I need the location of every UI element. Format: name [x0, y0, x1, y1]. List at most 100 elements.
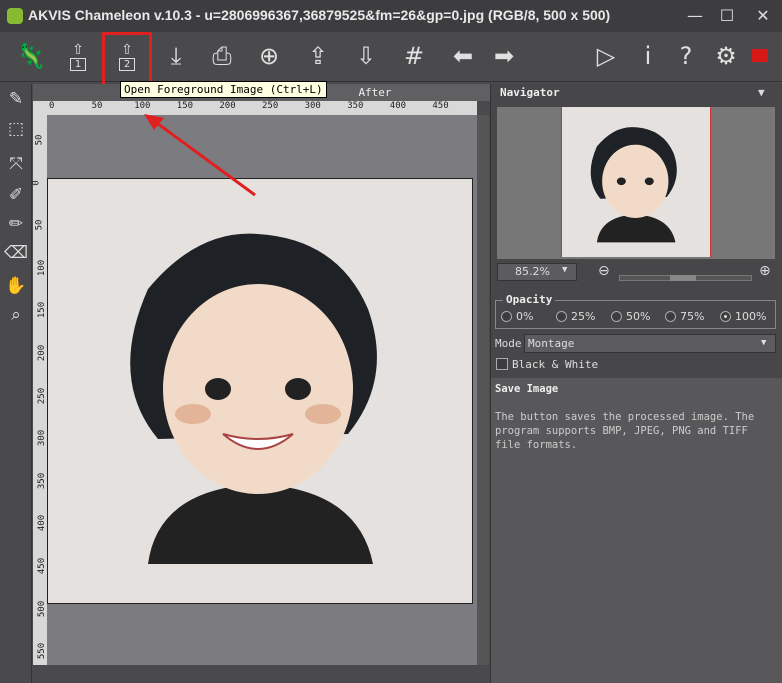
selection-icon: ⬚ — [7, 119, 25, 139]
black-white-label: Black & White — [512, 358, 599, 371]
arrow-left-icon: ⬅ — [452, 42, 474, 70]
ruler-tick-label: 50 — [91, 101, 103, 111]
ruler-tick-label: 500 — [37, 600, 48, 617]
mode-label: Mode — [495, 337, 522, 350]
collapse-icon[interactable]: ▼ — [758, 86, 765, 99]
radio-label: 0% — [516, 310, 534, 323]
remove-pencil-tool[interactable]: ✏ — [4, 212, 28, 236]
radio-label: 75% — [680, 310, 705, 323]
minimize-button[interactable]: — — [680, 4, 710, 28]
globe-icon: ⊕ — [258, 42, 280, 70]
radio-label: 50% — [626, 310, 651, 323]
ruler-tick-label: 200 — [37, 344, 48, 362]
eraser-tool[interactable]: ⌫ — [4, 241, 28, 265]
redo-button[interactable]: ➡ — [488, 40, 520, 72]
ruler-tick-label: 400 — [37, 515, 48, 532]
ruler-tick-label: 300 — [37, 430, 48, 447]
help-text: The button saves the processed image. Th… — [495, 411, 755, 451]
gear-icon: ⚙ — [715, 42, 737, 70]
image-preview[interactable] — [47, 178, 473, 604]
ruler-tick-label: 250 — [37, 387, 48, 404]
ruler-tick-label: 0 — [31, 179, 42, 186]
button-number: 1 — [69, 57, 87, 71]
chameleon-logo-icon: 🦎 — [16, 42, 46, 70]
ruler-tick-label: 100 — [37, 259, 48, 276]
eraser-icon: ⌫ — [4, 243, 29, 263]
opacity-50-radio[interactable]: 50% — [611, 310, 650, 323]
settings-button[interactable]: ⚙ — [710, 40, 742, 72]
print-button[interactable]: ⎙ — [206, 40, 238, 72]
pencil-plus-icon: ✐ — [8, 185, 24, 205]
open-background-button[interactable]: ⇧ 1 — [62, 40, 94, 72]
ruler-tick-label: 50 — [34, 134, 45, 146]
help-panel: Save Image The button saves the processe… — [491, 378, 782, 683]
feedback-icon[interactable] — [752, 49, 768, 62]
grid-button[interactable]: # — [398, 40, 430, 72]
chevron-down-icon[interactable]: ▼ — [562, 265, 567, 275]
opacity-100-radio[interactable]: 100% — [720, 310, 766, 323]
help-title: Save Image — [495, 383, 559, 395]
window-title: AKVIS Chameleon v.10.3 - u=2806996367,36… — [28, 7, 611, 23]
zoom-slider[interactable] — [619, 275, 752, 281]
tooltip: Open Foreground Image (Ctrl+L) — [120, 81, 327, 98]
opacity-75-radio[interactable]: 75% — [665, 310, 704, 323]
selection-tool[interactable]: ⬚ — [4, 117, 28, 141]
opacity-25-radio[interactable]: 25% — [556, 310, 595, 323]
navigator-title: Navigator — [500, 86, 560, 99]
upload-icon: ⇧ — [72, 41, 84, 58]
ruler-tick-label: 450 — [432, 101, 449, 111]
mode-select[interactable]: Montage — [524, 334, 776, 353]
zoom-in-icon[interactable]: ⊕ — [759, 263, 771, 279]
vertical-scrollbar[interactable] — [477, 115, 489, 665]
hand-icon: ✋ — [5, 276, 27, 296]
ruler-tick-label: 300 — [304, 101, 321, 111]
info-button[interactable]: i — [632, 40, 664, 72]
ruler-tick-label: 150 — [37, 302, 48, 319]
transform-tool[interactable]: ⤧ — [4, 152, 28, 176]
vertical-ruler: 50 0 50 100 150 200 250 300 350 400 450 500 550 — [31, 115, 48, 665]
ruler-tick-label: 50 — [34, 219, 45, 231]
horizontal-ruler: 0 50 100 150 200 250 300 350 400 450 — [47, 101, 477, 115]
ruler-tick-label: 450 — [37, 557, 48, 575]
brush-icon: ✎ — [8, 89, 24, 109]
play-icon: ▷ — [596, 42, 616, 70]
pencil-minus-icon: ✏ — [8, 214, 24, 234]
ruler-tick-label: 350 — [347, 101, 364, 111]
save-button[interactable]: ⤓ — [160, 40, 192, 72]
ruler-corner — [33, 101, 47, 115]
chameleon-brush-tool[interactable]: ✎ — [4, 87, 28, 111]
opacity-label: Opacity — [503, 293, 556, 306]
run-button[interactable]: ▷ — [590, 40, 622, 72]
portrait-thumbnail — [590, 127, 677, 243]
navigator-thumbnail[interactable] — [561, 107, 711, 257]
ruler-tick-label: 250 — [262, 101, 279, 111]
share-button[interactable]: ⊕ — [253, 40, 285, 72]
undo-button[interactable]: ⬅ — [447, 40, 479, 72]
info-icon: i — [644, 42, 652, 70]
zoom-out-icon[interactable]: ⊖ — [598, 263, 610, 279]
help-icon: ? — [679, 42, 693, 70]
chevron-down-icon[interactable]: ▼ — [761, 338, 766, 348]
ruler-tick-label: 350 — [37, 472, 48, 489]
export-icon: ⇩ — [355, 42, 377, 70]
export-settings-button[interactable]: ⇩ — [350, 40, 382, 72]
maximize-button[interactable]: ☐ — [712, 4, 742, 28]
help-button[interactable]: ? — [670, 40, 702, 72]
ruler-tick-label: 550 — [37, 643, 48, 660]
annotation-arrow — [144, 114, 256, 197]
import-icon: ⇪ — [307, 42, 329, 70]
ruler-tick-label: 0 — [49, 101, 55, 111]
keep-pencil-tool[interactable]: ✐ — [4, 183, 28, 207]
app-logo-icon — [7, 8, 23, 24]
arrow-right-icon: ➡ — [493, 42, 515, 70]
radio-label: 100% — [735, 310, 767, 323]
hand-tool[interactable]: ✋ — [4, 274, 28, 298]
grid-ruler-icon: # — [403, 42, 425, 70]
opacity-0-radio[interactable]: 0% — [501, 310, 533, 323]
import-settings-button[interactable]: ⇪ — [302, 40, 334, 72]
print-icon: ⎙ — [212, 42, 232, 70]
radio-label: 25% — [571, 310, 596, 323]
black-white-checkbox[interactable] — [496, 358, 508, 370]
close-button[interactable]: ✕ — [748, 4, 778, 28]
zoom-tool[interactable]: ⌕ — [4, 303, 28, 327]
